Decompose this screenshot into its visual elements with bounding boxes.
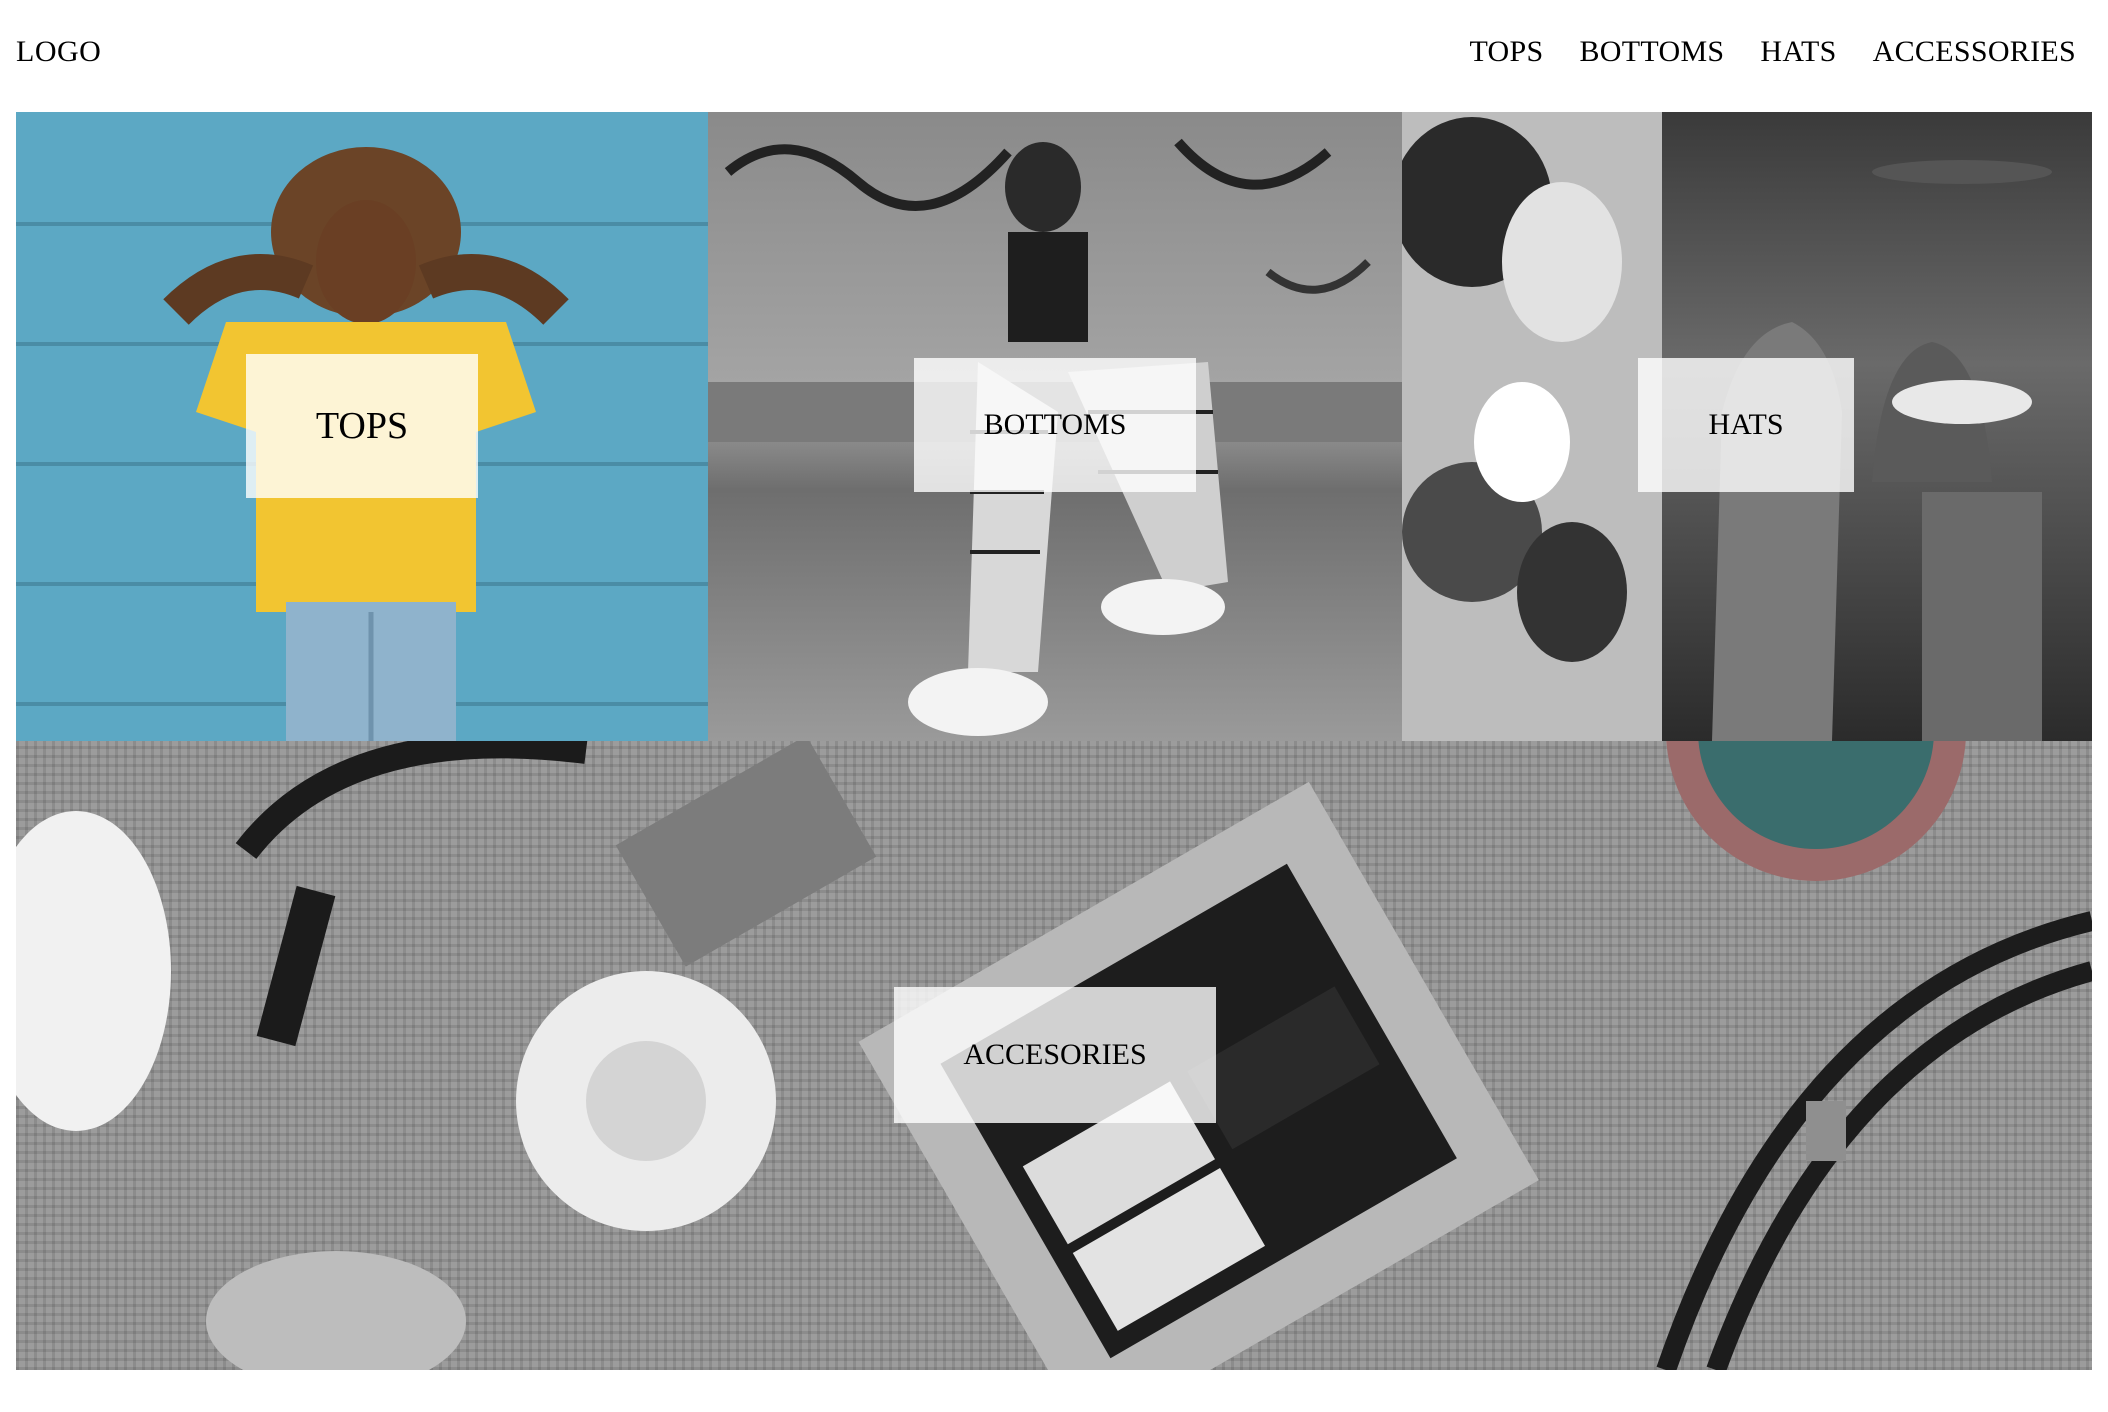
site-header: LOGO TOPS BOTTOMS HATS ACCESSORIES [0, 0, 2108, 112]
category-tile-bottoms[interactable]: BOTTOMS [708, 112, 1402, 741]
nav-link-hats[interactable]: HATS [1760, 34, 1836, 70]
bottoms-label: BOTTOMS [914, 358, 1196, 492]
logo[interactable]: LOGO [16, 34, 101, 70]
category-tile-hats[interactable]: HATS [1402, 112, 2092, 741]
nav-link-bottoms[interactable]: BOTTOMS [1580, 34, 1725, 70]
nav-link-accessories[interactable]: ACCESSORIES [1873, 34, 2076, 70]
category-tile-accessories[interactable]: ACCESORIES [16, 741, 2092, 1370]
hats-label: HATS [1638, 358, 1854, 492]
category-tile-tops[interactable]: TOPS [16, 112, 708, 741]
main-nav: TOPS BOTTOMS HATS ACCESSORIES [1469, 34, 2076, 70]
accessories-label: ACCESORIES [894, 987, 1216, 1123]
nav-link-tops[interactable]: TOPS [1469, 34, 1543, 70]
tops-label: TOPS [246, 354, 478, 498]
